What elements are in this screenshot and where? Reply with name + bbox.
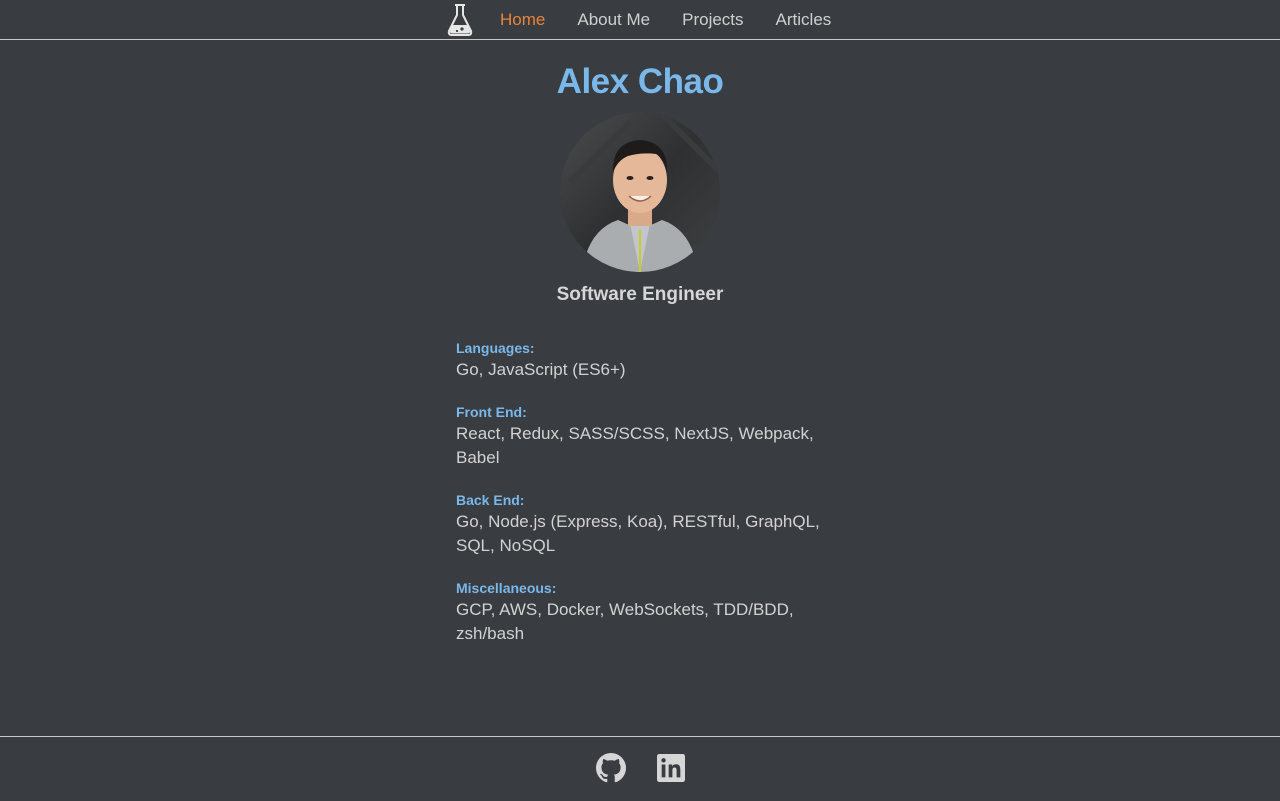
avatar bbox=[560, 112, 720, 272]
skill-value: Go, Node.js (Express, Koa), RESTful, Gra… bbox=[456, 512, 820, 555]
flask-icon[interactable] bbox=[446, 2, 474, 38]
main-content: Alex Chao Software Engineer Languages: G… bbox=[0, 40, 1280, 736]
nav-about-link[interactable]: About Me bbox=[577, 0, 650, 39]
skill-label: Front End: bbox=[456, 404, 527, 420]
skill-value: React, Redux, SASS/SCSS, NextJS, Webpack… bbox=[456, 424, 814, 467]
social-links bbox=[596, 753, 686, 783]
skills-list: Languages: Go, JavaScript (ES6+) Front E… bbox=[456, 338, 856, 666]
footer bbox=[0, 736, 1280, 801]
skill-group-front-end: Front End: React, Redux, SASS/SCSS, Next… bbox=[456, 402, 856, 470]
linkedin-icon[interactable] bbox=[656, 753, 686, 783]
profile-name: Alex Chao bbox=[556, 62, 724, 101]
top-navigation: Home About Me Projects Articles bbox=[0, 0, 1280, 40]
nav-projects-link[interactable]: Projects bbox=[682, 0, 743, 39]
nav-bar: Home About Me Projects Articles bbox=[446, 0, 863, 39]
nav-home-link[interactable]: Home bbox=[500, 0, 545, 39]
skill-value: Go, JavaScript (ES6+) bbox=[456, 360, 626, 379]
skill-label: Back End: bbox=[456, 492, 525, 508]
profile-role: Software Engineer bbox=[556, 284, 724, 305]
skill-label: Miscellaneous: bbox=[456, 580, 557, 596]
skill-group-miscellaneous: Miscellaneous: GCP, AWS, Docker, WebSock… bbox=[456, 578, 856, 646]
github-icon[interactable] bbox=[596, 753, 626, 783]
skill-group-languages: Languages: Go, JavaScript (ES6+) bbox=[456, 338, 856, 382]
skill-value: GCP, AWS, Docker, WebSockets, TDD/BDD, z… bbox=[456, 600, 794, 643]
nav-articles-link[interactable]: Articles bbox=[776, 0, 832, 39]
skill-group-back-end: Back End: Go, Node.js (Express, Koa), RE… bbox=[456, 490, 856, 558]
skill-label: Languages: bbox=[456, 340, 535, 356]
